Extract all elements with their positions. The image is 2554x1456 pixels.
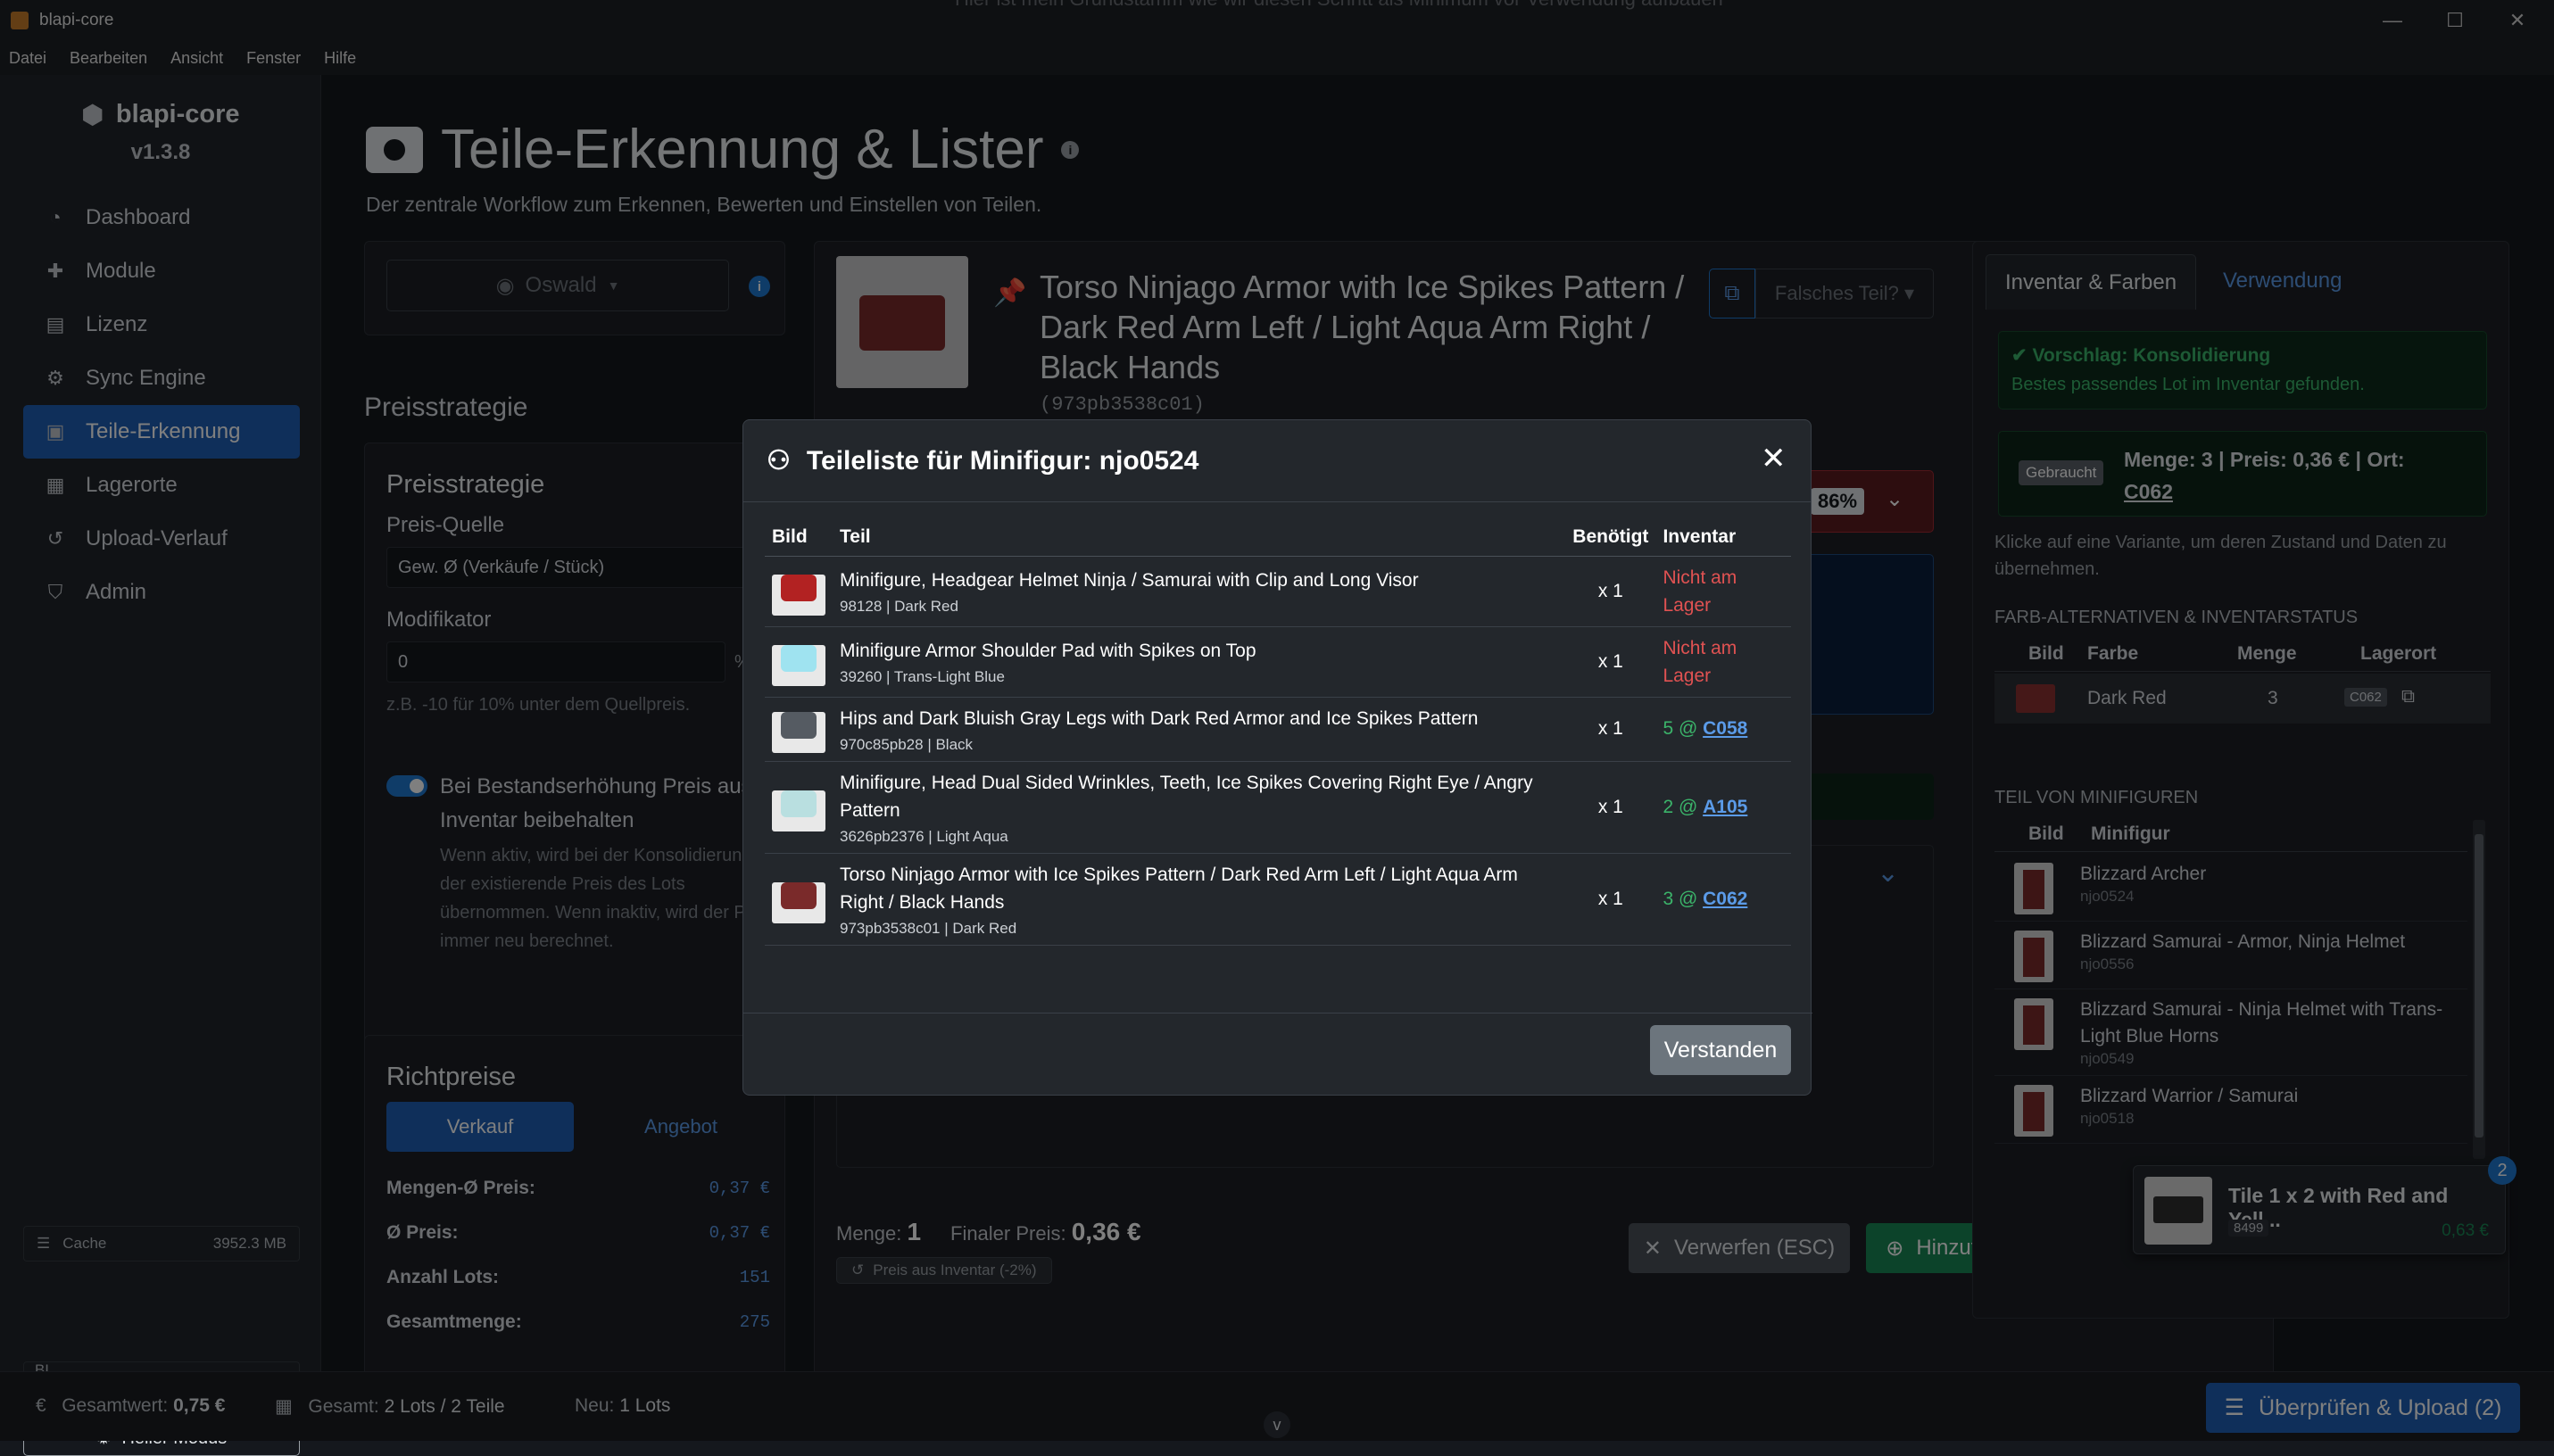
part-inventory: Nicht am Lager — [1655, 626, 1791, 698]
inventory-status: Nicht am Lager — [1663, 567, 1737, 616]
users-cog-icon: ⚇ — [767, 446, 791, 476]
col-needed: Benötigt — [1565, 518, 1656, 557]
part-name: Torso Ninjago Armor with Ice Spikes Patt… — [840, 864, 1518, 913]
inventory-status: Nicht am Lager — [1663, 637, 1737, 686]
part-row: Torso Ninjago Armor with Ice Spikes Patt… — [765, 853, 1791, 946]
part-needed: x 1 — [1565, 626, 1656, 698]
part-sub: 970c85pb28 | Black — [840, 735, 974, 753]
parts-table-header: Bild Teil Benötigt Inventar — [765, 518, 1791, 557]
col-image: Bild — [765, 518, 833, 557]
understood-label: Verstanden — [1663, 1037, 1778, 1063]
inventory-status: 5 @ — [1663, 718, 1698, 739]
modal-title: Teileliste für Minifigur: njo0524 — [806, 445, 1199, 476]
part-inventory: 2 @ A105 — [1655, 761, 1791, 854]
part-needed: x 1 — [1565, 556, 1656, 627]
inventory-status: 3 @ — [1663, 888, 1698, 909]
part-name: Minifigure Armor Shoulder Pad with Spike… — [840, 641, 1256, 661]
minifig-parts-modal: ⚇ Teileliste für Minifigur: njo0524 ✕ Bi… — [742, 419, 1812, 1096]
part-needed: x 1 — [1565, 853, 1656, 946]
part-needed: x 1 — [1565, 697, 1656, 762]
inventory-status: 2 @ — [1663, 796, 1698, 817]
part-name: Hips and Dark Bluish Gray Legs with Dark… — [840, 707, 1479, 729]
part-sub: 3626pb2376 | Light Aqua — [840, 827, 1008, 845]
part-inventory: 5 @ C058 — [1655, 697, 1791, 762]
part-thumb — [772, 712, 825, 753]
part-sub: 973pb3538c01 | Dark Red — [840, 919, 1017, 937]
modal-close-button[interactable]: ✕ — [1761, 443, 1787, 474]
inventory-location-link[interactable]: C058 — [1703, 718, 1747, 739]
part-sub: 98128 | Dark Red — [840, 598, 958, 615]
inventory-location-link[interactable]: A105 — [1703, 797, 1747, 817]
part-inventory: 3 @ C062 — [1655, 853, 1791, 946]
part-sub: 39260 | Trans-Light Blue — [840, 668, 1005, 685]
part-row: Hips and Dark Bluish Gray Legs with Dark… — [765, 697, 1791, 762]
part-row: Minifigure, Head Dual Sided Wrinkles, Te… — [765, 761, 1791, 854]
part-thumb — [772, 574, 825, 616]
part-row: Minifigure Armor Shoulder Pad with Spike… — [765, 626, 1791, 698]
understood-button[interactable]: Verstanden — [1650, 1025, 1791, 1075]
part-thumb — [772, 881, 825, 923]
col-inventory: Inventar — [1655, 518, 1791, 557]
part-inventory: Nicht am Lager — [1655, 556, 1791, 627]
part-thumb — [772, 644, 825, 686]
part-name: Minifigure, Headgear Helmet Ninja / Samu… — [840, 570, 1419, 591]
col-part: Teil — [833, 518, 1566, 557]
part-needed: x 1 — [1565, 761, 1656, 854]
part-name: Minifigure, Head Dual Sided Wrinkles, Te… — [840, 772, 1533, 821]
part-thumb — [772, 790, 825, 831]
modal-header: ⚇ Teileliste für Minifigur: njo0524 — [743, 420, 1811, 502]
inventory-location-link[interactable]: C062 — [1703, 889, 1747, 909]
part-row: Minifigure, Headgear Helmet Ninja / Samu… — [765, 556, 1791, 627]
minifig-parts-table: Bild Teil Benötigt Inventar Minifigure, … — [765, 518, 1791, 946]
